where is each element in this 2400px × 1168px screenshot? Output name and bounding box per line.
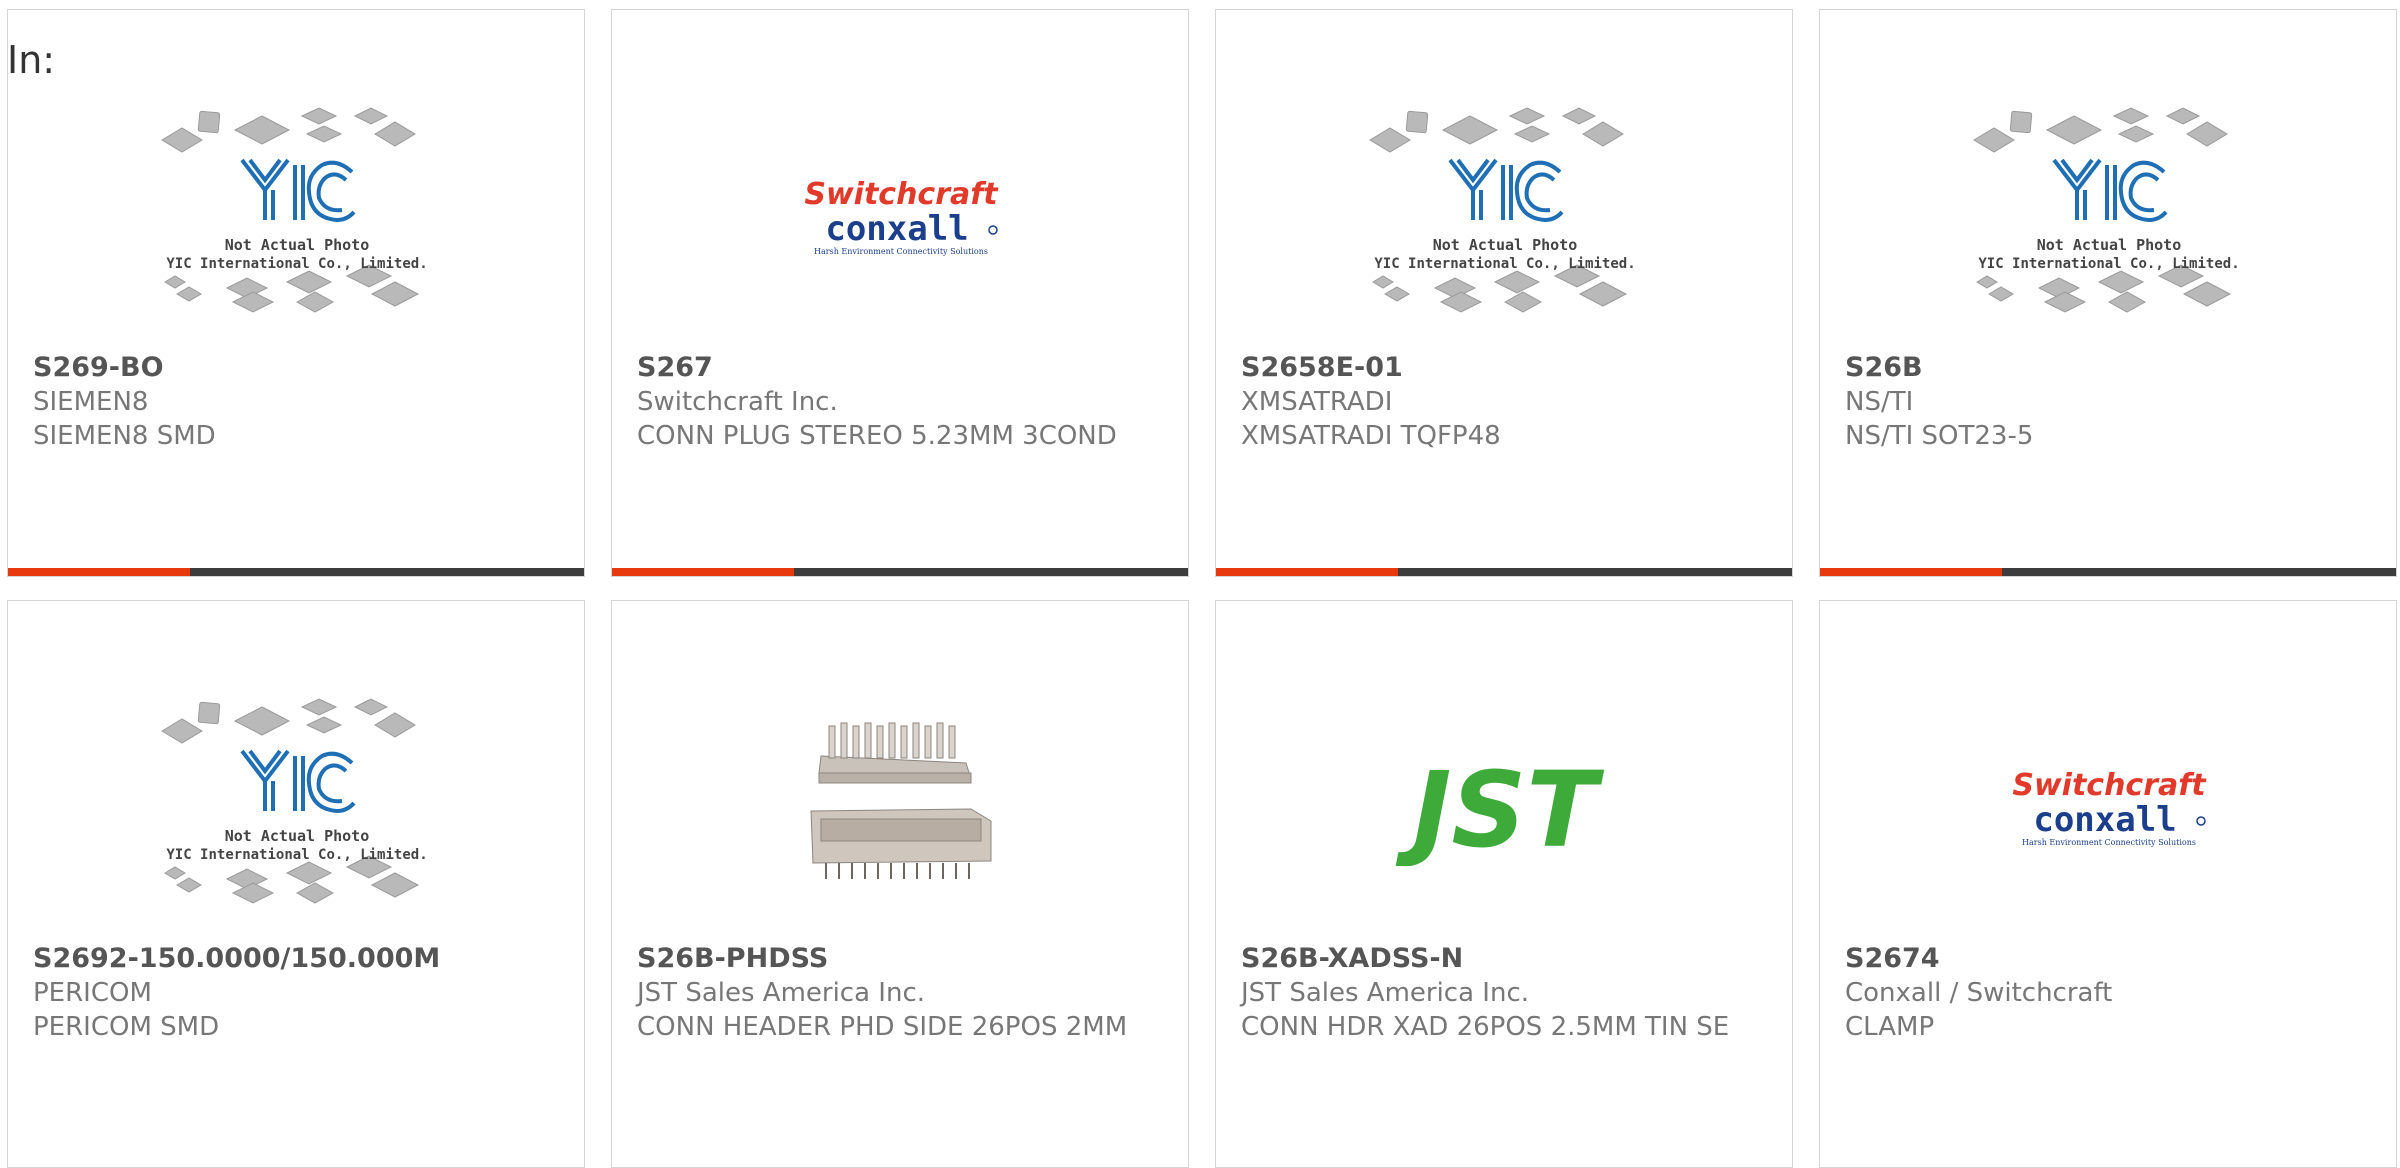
product-card[interactable]: Not Actual Photo YIC International Co., … — [1819, 9, 2397, 577]
manufacturer: JST Sales America Inc. — [1241, 978, 1530, 1008]
manufacturer: SIEMEN8 — [33, 387, 149, 417]
description: CONN HEADER PHD SIDE 26POS 2MM — [637, 1012, 1128, 1042]
yic-placeholder-icon: Not Actual Photo YIC International Co., … — [1369, 107, 1636, 313]
placeholder-caption-2: YIC International Co., Limited. — [166, 256, 427, 272]
part-number[interactable]: S2674 — [1845, 942, 2365, 976]
product-image[interactable]: Not Actual Photo YIC International Co., … — [32, 671, 562, 941]
part-number[interactable]: S2692-150.0000/150.000M — [33, 942, 553, 976]
product-card[interactable]: Not Actual Photo YIC International Co., … — [1215, 9, 1793, 577]
product-card[interactable]: Not Actual Photo YIC International Co., … — [7, 9, 585, 577]
yic-placeholder-icon: Not Actual Photo YIC International Co., … — [161, 107, 428, 313]
product-image[interactable]: Not Actual Photo YIC International Co., … — [1844, 80, 2374, 350]
placeholder-caption-2: YIC International Co., Limited. — [1978, 256, 2239, 272]
manufacturer: XMSATRADI — [1241, 387, 1393, 417]
yic-placeholder-icon: Not Actual Photo YIC International Co., … — [161, 698, 428, 904]
placeholder-caption-1: Not Actual Photo — [225, 827, 370, 845]
description: CLAMP — [1845, 1012, 1935, 1042]
description: CONN HDR XAD 26POS 2.5MM TIN SE — [1241, 1012, 1730, 1042]
part-number[interactable]: S269-BO — [33, 351, 553, 385]
switchcraft-text: Switchcraft — [2012, 768, 2207, 803]
product-image[interactable]: JST — [1240, 671, 1770, 941]
in-label: In: — [7, 38, 56, 82]
manufacturer: JST Sales America Inc. — [637, 978, 926, 1008]
product-card[interactable]: JST S26B-XADSS-N JST Sales America Inc. … — [1215, 600, 1793, 1168]
manufacturer: Conxall / Switchcraft — [1845, 978, 2113, 1008]
card-bottom-bar — [1216, 568, 1792, 576]
yic-placeholder-icon: Not Actual Photo YIC International Co., … — [1973, 107, 2240, 313]
conxall-text: conxall — [2033, 800, 2176, 840]
product-image[interactable]: Switchcraft conxall Harsh Environment Co… — [1844, 671, 2374, 941]
placeholder-caption-1: Not Actual Photo — [2037, 236, 2182, 254]
jst-logo-icon: JST — [1395, 749, 1604, 866]
switchcraft-logo-icon: Switchcraft conxall Harsh Environment Co… — [804, 177, 999, 256]
description: XMSATRADI TQFP48 — [1241, 421, 1501, 451]
description: NS/TI SOT23-5 — [1845, 421, 2034, 451]
card-bottom-bar — [612, 568, 1188, 576]
product-card[interactable]: S26B-PHDSS JST Sales America Inc. CONN H… — [611, 600, 1189, 1168]
product-grid: Not Actual Photo YIC International Co., … — [0, 0, 2400, 1168]
description: CONN PLUG STEREO 5.23MM 3COND — [637, 421, 1117, 451]
product-image[interactable]: Switchcraft conxall Harsh Environment Co… — [636, 80, 1166, 350]
part-number[interactable]: S267 — [637, 351, 1157, 385]
placeholder-caption-1: Not Actual Photo — [1433, 236, 1578, 254]
switchcraft-logo-icon: Switchcraft conxall Harsh Environment Co… — [2012, 768, 2207, 847]
manufacturer: NS/TI — [1845, 387, 1914, 417]
product-image[interactable]: Not Actual Photo YIC International Co., … — [1240, 80, 1770, 350]
placeholder-caption-2: YIC International Co., Limited. — [1374, 256, 1635, 272]
placeholder-caption-1: Not Actual Photo — [225, 236, 370, 254]
manufacturer: Switchcraft Inc. — [637, 387, 838, 417]
part-number[interactable]: S26B-PHDSS — [637, 942, 1157, 976]
switchcraft-text: Switchcraft — [804, 177, 999, 212]
product-card[interactable]: Switchcraft conxall Harsh Environment Co… — [611, 9, 1189, 577]
switchcraft-tagline: Harsh Environment Connectivity Solutions — [2022, 838, 2196, 847]
part-number[interactable]: S26B — [1845, 351, 2365, 385]
product-card[interactable]: Switchcraft conxall Harsh Environment Co… — [1819, 600, 2397, 1168]
part-number[interactable]: S2658E-01 — [1241, 351, 1761, 385]
card-bottom-bar — [8, 568, 584, 576]
product-image[interactable]: Not Actual Photo YIC International Co., … — [32, 80, 562, 350]
jst-text: JST — [1395, 749, 1604, 866]
switchcraft-tagline: Harsh Environment Connectivity Solutions — [814, 247, 988, 256]
manufacturer: PERICOM — [33, 978, 152, 1008]
part-number[interactable]: S26B-XADSS-N — [1241, 942, 1761, 976]
product-card[interactable]: Not Actual Photo YIC International Co., … — [7, 600, 585, 1168]
conxall-text: conxall — [825, 209, 968, 249]
connector-photo-icon — [810, 722, 992, 879]
description: PERICOM SMD — [33, 1012, 220, 1042]
product-image[interactable] — [636, 671, 1166, 941]
card-bottom-bar — [1820, 568, 2396, 576]
placeholder-caption-2: YIC International Co., Limited. — [166, 847, 427, 863]
description: SIEMEN8 SMD — [33, 421, 216, 451]
